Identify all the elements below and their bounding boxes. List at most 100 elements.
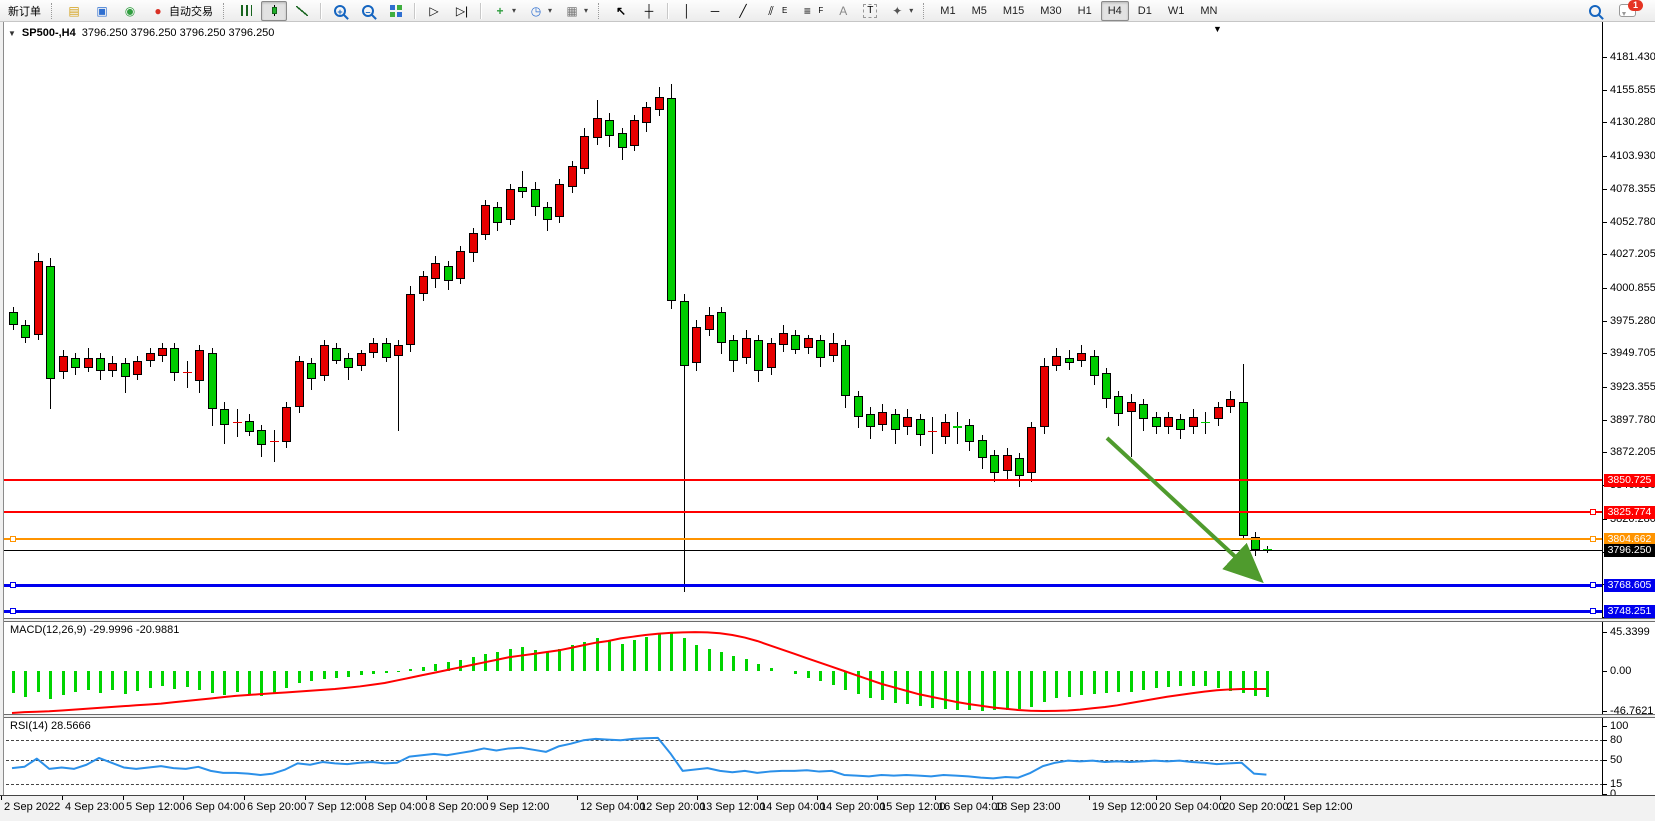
candle-down xyxy=(854,396,863,416)
label-tool-button[interactable]: T xyxy=(858,1,882,21)
timeframe-mn-button[interactable]: MN xyxy=(1193,1,1224,21)
current-price-badge: 3796.250 xyxy=(1604,544,1655,557)
time-label: 7 Sep 12:00 xyxy=(308,801,367,813)
time-label: 5 Sep 12:00 xyxy=(126,801,185,813)
text-tool-button[interactable]: A xyxy=(830,1,856,21)
crosshair-tool-button[interactable]: ┼ xyxy=(636,1,662,21)
chart-quotes: 3796.250 3796.250 3796.250 3796.250 xyxy=(82,27,275,39)
candle-down xyxy=(729,340,738,360)
horizontal-line-tool-button[interactable]: ─ xyxy=(702,1,728,21)
template-icon: ▦ xyxy=(564,3,580,19)
horizontal-level-line[interactable] xyxy=(0,584,1602,587)
macd-panel[interactable] xyxy=(0,622,1603,714)
toolbar-grip xyxy=(223,3,228,19)
candle-down xyxy=(791,335,800,350)
candle-down xyxy=(208,353,217,409)
candle-up xyxy=(655,97,664,110)
rsi-panel[interactable] xyxy=(0,718,1603,795)
candlestick-mode-button[interactable] xyxy=(261,1,287,21)
timeframe-m30-button[interactable]: M30 xyxy=(1033,1,1068,21)
macd-indicator-label: MACD(12,26,9) -29.9996 -20.9881 xyxy=(10,624,179,636)
line-handle[interactable] xyxy=(10,608,16,614)
vertical-line-tool-button[interactable]: │ xyxy=(674,1,700,21)
rsi-level-line xyxy=(1,784,1603,785)
candle-down xyxy=(220,409,229,424)
period-menu-button[interactable]: ◷▾ xyxy=(523,1,557,21)
horizontal-level-line[interactable] xyxy=(0,538,1602,540)
time-axis[interactable]: 2 Sep 20224 Sep 23:005 Sep 12:006 Sep 04… xyxy=(0,795,1655,821)
line-chart-mode-button[interactable] xyxy=(289,1,315,21)
candle-down xyxy=(121,363,130,377)
time-tick xyxy=(1,796,2,800)
timeframe-w1-button[interactable]: W1 xyxy=(1161,1,1192,21)
auto-scroll-button[interactable]: ▷ xyxy=(421,1,447,21)
macd-histogram-bar xyxy=(285,671,288,688)
price-tick-label: 4027.205 xyxy=(1610,248,1655,260)
terminal-button[interactable]: ▣ xyxy=(89,1,115,21)
timeframe-d1-button[interactable]: D1 xyxy=(1131,1,1159,21)
fibonacci-tool-button[interactable]: ≡F xyxy=(794,1,828,21)
cursor-tool-button[interactable]: ↖ xyxy=(608,1,634,21)
autotrade-button[interactable]: ●自动交易 xyxy=(145,1,218,21)
candle-up xyxy=(1127,402,1136,412)
zoom-in-button[interactable]: + xyxy=(327,1,353,21)
candle-down xyxy=(916,419,925,434)
line-handle[interactable] xyxy=(10,536,16,542)
fibonacci-suffix: F xyxy=(818,6,823,15)
time-label: 20 Sep 20:00 xyxy=(1223,801,1288,813)
panel-divider[interactable] xyxy=(0,618,1655,622)
vertical-line-icon: │ xyxy=(679,3,695,19)
timeframe-h4-button[interactable]: H4 xyxy=(1101,1,1129,21)
timeframe-h1-button[interactable]: H1 xyxy=(1071,1,1099,21)
macd-histogram-bar xyxy=(211,671,214,693)
signal-button[interactable]: ◉ xyxy=(117,1,143,21)
line-handle[interactable] xyxy=(1590,582,1596,588)
price-tick-label: 3949.705 xyxy=(1610,347,1655,359)
timeframe-m1-button[interactable]: M1 xyxy=(933,1,962,21)
market-watch-button[interactable]: ▤ xyxy=(61,1,87,21)
shapes-menu-button[interactable]: ✦▾ xyxy=(884,1,918,21)
macd-histogram-bar xyxy=(857,671,860,694)
line-handle[interactable] xyxy=(10,582,16,588)
search-button[interactable] xyxy=(1582,1,1608,21)
collapse-chart-icon[interactable]: ▼ xyxy=(8,29,16,38)
macd-histogram-bar xyxy=(881,671,884,700)
rsi-axis-tick xyxy=(1603,784,1607,785)
timeframe-m15-button[interactable]: M15 xyxy=(996,1,1031,21)
current-price-line[interactable] xyxy=(0,550,1602,551)
notifications-button[interactable]: 1 xyxy=(1614,1,1641,21)
chart-shift-button[interactable]: ▷| xyxy=(449,1,475,21)
macd-histogram-bar xyxy=(124,671,127,694)
zoom-out-button[interactable]: – xyxy=(355,1,381,21)
channel-tool-button[interactable]: ⫽E xyxy=(758,1,792,21)
tile-windows-button[interactable] xyxy=(383,1,409,21)
template-menu-button[interactable]: ▦▾ xyxy=(559,1,593,21)
horizontal-level-line[interactable] xyxy=(0,511,1602,513)
new-order-button[interactable]: 新订单 xyxy=(3,1,46,21)
line-handle[interactable] xyxy=(1590,608,1596,614)
timeframe-m5-button[interactable]: M5 xyxy=(965,1,994,21)
time-label: 19 Sep 12:00 xyxy=(1092,801,1157,813)
line-handle[interactable] xyxy=(1590,509,1596,515)
candle-up xyxy=(133,361,142,375)
clock-icon: ◷ xyxy=(528,3,544,19)
price-axis[interactable]: 4181.4304155.8554130.2804103.9304078.355… xyxy=(1602,22,1655,795)
candle-up xyxy=(742,338,751,358)
price-tick xyxy=(1603,222,1607,223)
time-label: 2 Sep 2022 xyxy=(4,801,60,813)
panel-divider[interactable] xyxy=(0,714,1655,718)
candle-down xyxy=(1102,373,1111,399)
horizontal-level-line[interactable] xyxy=(0,479,1602,481)
bar-chart-mode-button[interactable] xyxy=(233,1,259,21)
horizontal-level-line[interactable] xyxy=(0,610,1602,613)
time-tick xyxy=(992,796,993,800)
trendline-tool-button[interactable]: ╱ xyxy=(730,1,756,21)
line-handle[interactable] xyxy=(1590,536,1596,542)
new-chart-button[interactable]: +▾ xyxy=(487,1,521,21)
macd-histogram-bar xyxy=(906,671,909,704)
price-tick-label: 3872.205 xyxy=(1610,446,1655,458)
candle-down xyxy=(71,358,80,368)
price-chart-panel[interactable] xyxy=(0,22,1603,618)
macd-histogram-bar xyxy=(12,671,15,693)
macd-histogram-bar xyxy=(683,638,686,671)
